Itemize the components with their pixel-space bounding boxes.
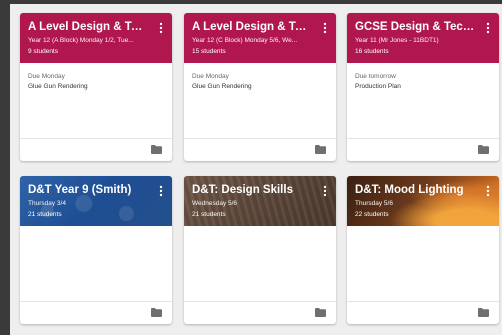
- due-label: Due tomorrow: [355, 73, 396, 80]
- class-card[interactable]: GCSE Design & Techn... Year 11 (Mr Jones…: [347, 13, 499, 161]
- card-footer: [20, 301, 172, 324]
- class-title[interactable]: D&T: Mood Lighting: [355, 184, 475, 196]
- folder-icon[interactable]: [315, 145, 326, 154]
- class-section: Year 12 (C Block) Monday 5/6, We...: [192, 37, 298, 44]
- class-section: Thursday 5/6: [355, 200, 393, 207]
- class-title[interactable]: A Level Design & Tec...: [28, 21, 148, 33]
- class-card[interactable]: A Level Design & Tec... Year 12 (A Block…: [20, 13, 172, 161]
- card-header[interactable]: D&T Year 9 (Smith) Thursday 3/4 21 stude…: [20, 176, 172, 226]
- more-vert-icon[interactable]: [322, 22, 328, 34]
- student-count: 15 students: [192, 48, 226, 55]
- folder-icon[interactable]: [478, 145, 489, 154]
- card-header[interactable]: A Level Design & Tec... Year 12 (A Block…: [20, 13, 172, 63]
- assignment-link[interactable]: Glue Gun Rendering: [28, 83, 88, 90]
- class-card[interactable]: D&T Year 9 (Smith) Thursday 3/4 21 stude…: [20, 176, 172, 324]
- student-count: 21 students: [28, 211, 62, 218]
- card-body: Due Monday Glue Gun Rendering: [184, 63, 336, 161]
- card-footer: [347, 138, 499, 161]
- class-section: Year 11 (Mr Jones - 11BDT1): [355, 37, 439, 44]
- assignment-link[interactable]: Glue Gun Rendering: [192, 83, 252, 90]
- class-card[interactable]: D&T: Mood Lighting Thursday 5/6 22 stude…: [347, 176, 499, 324]
- folder-icon[interactable]: [151, 145, 162, 154]
- due-label: Due Monday: [192, 73, 229, 80]
- card-body: [184, 226, 336, 324]
- folder-icon[interactable]: [478, 308, 489, 317]
- class-title[interactable]: A Level Design & Tec...: [192, 21, 312, 33]
- card-header[interactable]: D&T: Mood Lighting Thursday 5/6 22 stude…: [347, 176, 499, 226]
- assignment-link[interactable]: Production Plan: [355, 83, 401, 90]
- student-count: 9 students: [28, 48, 58, 55]
- more-vert-icon[interactable]: [322, 185, 328, 197]
- card-footer: [347, 301, 499, 324]
- due-label: Due Monday: [28, 73, 65, 80]
- card-body: Due Monday Glue Gun Rendering: [20, 63, 172, 161]
- card-body: [347, 226, 499, 324]
- more-vert-icon[interactable]: [158, 185, 164, 197]
- class-card[interactable]: D&T: Design Skills Wednesday 5/6 21 stud…: [184, 176, 336, 324]
- card-header[interactable]: D&T: Design Skills Wednesday 5/6 21 stud…: [184, 176, 336, 226]
- more-vert-icon[interactable]: [158, 22, 164, 34]
- class-grid: A Level Design & Tec... Year 12 (A Block…: [10, 4, 502, 335]
- card-body: [20, 226, 172, 324]
- class-section: Year 12 (A Block) Monday 1/2, Tue...: [28, 37, 134, 44]
- class-card[interactable]: A Level Design & Tec... Year 12 (C Block…: [184, 13, 336, 161]
- class-section: Wednesday 5/6: [192, 200, 238, 207]
- folder-icon[interactable]: [151, 308, 162, 317]
- class-title[interactable]: GCSE Design & Techn...: [355, 21, 475, 33]
- class-title[interactable]: D&T: Design Skills: [192, 184, 312, 196]
- card-footer: [20, 138, 172, 161]
- student-count: 16 students: [355, 48, 389, 55]
- student-count: 22 students: [355, 211, 389, 218]
- class-section: Thursday 3/4: [28, 200, 66, 207]
- class-title[interactable]: D&T Year 9 (Smith): [28, 184, 148, 196]
- student-count: 21 students: [192, 211, 226, 218]
- card-header[interactable]: GCSE Design & Techn... Year 11 (Mr Jones…: [347, 13, 499, 63]
- card-header[interactable]: A Level Design & Tec... Year 12 (C Block…: [184, 13, 336, 63]
- more-vert-icon[interactable]: [485, 185, 491, 197]
- card-footer: [184, 138, 336, 161]
- card-footer: [184, 301, 336, 324]
- folder-icon[interactable]: [315, 308, 326, 317]
- more-vert-icon[interactable]: [485, 22, 491, 34]
- card-body: Due tomorrow Production Plan: [347, 63, 499, 161]
